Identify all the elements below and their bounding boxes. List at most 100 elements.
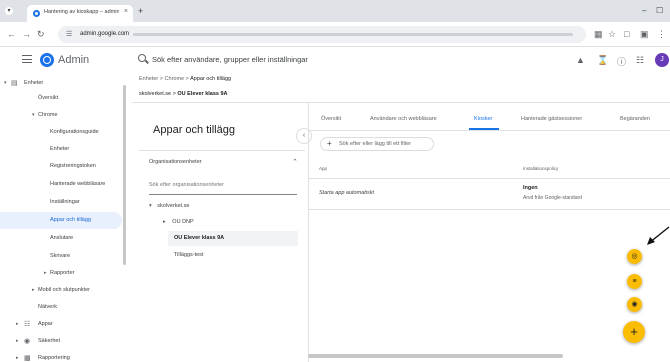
tab-kiosker[interactable]: Kiosker: [474, 116, 492, 122]
breadcrumb-link-enheter[interactable]: Enheter: [139, 76, 158, 82]
tree-item-ou-dnp[interactable]: ▸ OU DNP: [163, 219, 194, 225]
tab-hanterade-gastsessioner[interactable]: Hanterade gästsessioner: [521, 116, 582, 122]
sidebar-scrollbar[interactable]: [123, 85, 126, 265]
breadcrumb-current: Appar och tillägg: [190, 76, 232, 82]
maximize-icon[interactable]: ☐: [656, 6, 663, 15]
sidebar-item-label: Enheter: [50, 146, 70, 152]
kiosk-apps-panel: Översikt Användare och webbläsare Kioske…: [308, 103, 670, 362]
page-title: Appar och tillägg: [153, 124, 235, 136]
new-tab-button[interactable]: +: [138, 6, 143, 16]
tab-oversikt[interactable]: Översikt: [321, 116, 341, 122]
add-app-fab[interactable]: +: [623, 321, 645, 343]
apps-grid-icon[interactable]: ☷: [636, 55, 644, 66]
add-from-list-icon[interactable]: ≡: [627, 274, 642, 289]
tab-close-icon[interactable]: ×: [124, 8, 128, 15]
reload-icon[interactable]: ↻: [37, 29, 45, 40]
shield-icon: ◉: [24, 338, 31, 345]
tab-bar: Översikt Användare och webbläsare Kioske…: [309, 103, 670, 131]
sidebar-item-label: Hanterade webbläsare: [50, 181, 106, 187]
tab-begaranden[interactable]: Begäranden: [620, 116, 650, 122]
tree-item-skolverket[interactable]: ▾ skolverket.se: [149, 203, 189, 209]
sidebar-item-label: Chrome: [38, 112, 58, 118]
extensions-icon[interactable]: □: [624, 29, 629, 39]
tree-item-label: OU DNP: [172, 219, 194, 225]
add-filter-button[interactable]: + Sök efter eller lägg till ett filter: [320, 137, 434, 151]
org-path-separator: >: [172, 91, 176, 97]
hourglass-tasks-icon[interactable]: ⌛: [597, 55, 608, 66]
sidebar-item-hanterade-webblasare[interactable]: Hanterade webbläsare: [0, 176, 122, 193]
site-info-icon[interactable]: ☰: [66, 30, 75, 39]
notifications-bell-icon[interactable]: ▲: [576, 55, 585, 65]
sidebar-item-oversikt[interactable]: Översikt: [0, 90, 122, 107]
tree-item-ou-elever-klass-9a[interactable]: OU Elever klass 9A: [168, 231, 298, 246]
breadcrumb-link-chrome[interactable]: Chrome: [165, 76, 185, 82]
add-android-app-icon[interactable]: ◉: [627, 297, 642, 312]
browser-tab-strip: ▾ Hantering av kioskapp – admin × + – ☐: [0, 0, 670, 22]
column-header-app[interactable]: App: [319, 166, 327, 171]
tree-item-label: skolverket.se: [157, 203, 190, 209]
forward-icon[interactable]: →: [22, 29, 31, 39]
sidebar-item-natverk[interactable]: Nätverk: [0, 299, 122, 316]
sidebar-item-chrome[interactable]: ▾ Chrome: [0, 107, 122, 124]
sidebar-item-label: Skrivare: [50, 253, 71, 259]
tree-item-tillaggs-test[interactable]: Tilläggs-test: [174, 252, 203, 258]
sidebar-item-label: Appar och tillägg: [50, 217, 91, 223]
caret-right-icon: ▸: [44, 270, 47, 276]
apps-grid-icon: ☷: [24, 321, 31, 328]
active-tab-indicator: [469, 128, 499, 130]
tab-anvandare-och-webblasare[interactable]: Användare och webbläsare: [370, 116, 437, 122]
sidebar: ▾ ▤ Enheter Översikt ▾ Chrome Konfigurat…: [0, 75, 128, 362]
breadcrumb-separator: >: [159, 76, 164, 82]
chevron-up-icon[interactable]: ⌃: [292, 158, 298, 166]
horizontal-scrollbar[interactable]: [308, 354, 563, 358]
add-web-app-icon[interactable]: ◎: [627, 249, 642, 264]
search-icon[interactable]: [138, 54, 146, 62]
table-row[interactable]: Starta app automatiskt Ingen Arvd från G…: [309, 179, 670, 210]
app-name-cell[interactable]: Starta app automatiskt: [319, 190, 374, 196]
sidebar-item-label: Översikt: [38, 95, 59, 101]
sidebar-item-enheter-chrome[interactable]: Enheter: [0, 141, 122, 158]
caret-right-icon: ▸: [16, 355, 19, 361]
app-name: Admin: [58, 54, 90, 66]
sidebar-item-label: Appar: [38, 321, 53, 327]
main-menu-icon[interactable]: [22, 55, 32, 63]
minimize-icon[interactable]: –: [642, 6, 646, 15]
sidebar-item-rapportering[interactable]: ▸ ▩ Rapportering: [0, 350, 122, 362]
annotation-arrow-icon: [647, 226, 670, 245]
sidebar-item-registreringstoken[interactable]: Registreringstoken: [0, 158, 122, 175]
google-admin-logo-icon[interactable]: [40, 53, 54, 67]
org-path-root[interactable]: skolverket.se: [139, 91, 171, 97]
org-unit-search[interactable]: [149, 181, 297, 195]
bookmark-star-icon[interactable]: ☆: [608, 29, 616, 40]
sidebar-item-sakerhet[interactable]: ▸ ◉ Säkerhet: [0, 333, 122, 350]
sidebar-item-konfigurationsguide[interactable]: Konfigurationsguide: [0, 124, 122, 141]
org-unit-search-input[interactable]: [149, 182, 297, 188]
browser-tab[interactable]: Hantering av kioskapp – admin ×: [27, 5, 133, 22]
sidebar-item-appar[interactable]: ▸ ☷ Appar: [0, 316, 122, 333]
bar-chart-icon: ▩: [24, 355, 31, 362]
caret-right-icon: ▸: [32, 287, 35, 293]
search-input[interactable]: Sök efter användare, grupper eller instä…: [152, 55, 308, 64]
help-icon[interactable]: ⓘ: [617, 55, 626, 68]
sidebar-item-anslutare[interactable]: Anslutare: [0, 230, 122, 247]
breadcrumb: Enheter > Chrome > Appar och tillägg: [139, 76, 231, 82]
back-icon[interactable]: ←: [7, 29, 16, 39]
column-header-policy[interactable]: Installationspolicy: [523, 166, 558, 171]
sidebar-item-appar-och-tillagg[interactable]: Appar och tillägg: [0, 212, 122, 229]
install-policy-value: Ingen: [523, 185, 538, 191]
tab-search-icon[interactable]: ▾: [5, 7, 13, 15]
table-header: App Installationspolicy: [309, 158, 670, 179]
tree-item-label: Tilläggs-test: [174, 252, 204, 258]
caret-down-icon: ▾: [32, 112, 35, 118]
translate-icon[interactable]: ▦: [594, 29, 603, 40]
side-panel-icon[interactable]: ▣: [640, 29, 649, 40]
sidebar-item-installningar[interactable]: Inställningar: [0, 194, 122, 211]
tree-item-label: OU Elever klass 9A: [174, 235, 225, 241]
sidebar-item-mobil-och-slutpunkter[interactable]: ▸ Mobil och slutpunkter: [0, 282, 122, 299]
avatar[interactable]: J: [655, 53, 669, 67]
browser-menu-icon[interactable]: ⋮: [657, 29, 666, 40]
sidebar-item-label: Rapporter: [50, 270, 75, 276]
sidebar-item-rapporter[interactable]: ▸ Rapporter: [0, 265, 122, 282]
sidebar-item-skrivare[interactable]: Skrivare: [0, 248, 122, 265]
address-bar[interactable]: ☰ admin.google.com: [58, 26, 586, 43]
